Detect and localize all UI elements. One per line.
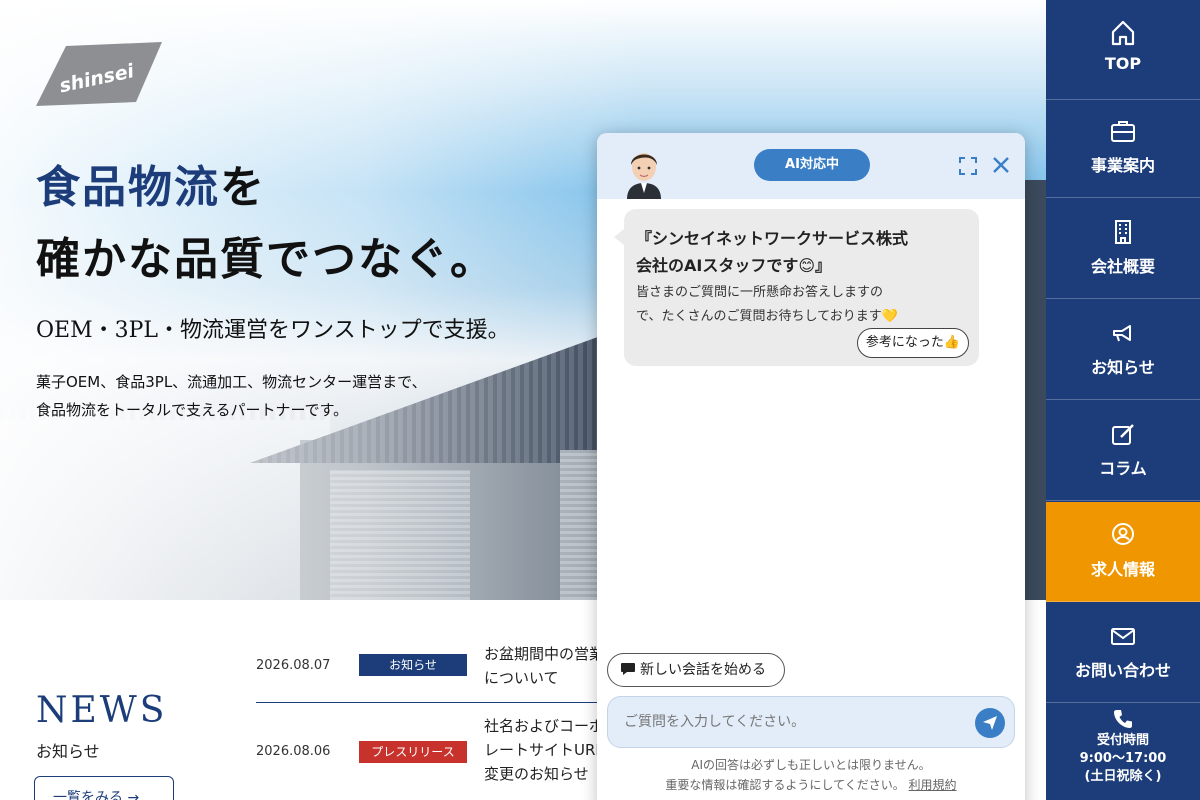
desc-line: 食品物流をトータルで支えるパートナーです。 xyxy=(36,401,349,419)
nav-item-news[interactable]: お知らせ xyxy=(1046,300,1200,400)
nav-item-business[interactable]: 事業案内 xyxy=(1046,98,1200,198)
hours-title: 受付時間 xyxy=(1096,733,1149,748)
new-conversation-button[interactable]: 新しい会話を始める xyxy=(607,653,785,687)
ai-message-bubble: 『シンセイネットワークサービス株式 会社のAIスタッフです😊』 皆さまのご質問に… xyxy=(614,209,979,366)
message-body-line: 皆さまのご質問に一所懸命お答えしますの xyxy=(636,285,884,300)
news-headline[interactable]: 社名およびコーポレートサイトURL変更のお知らせ xyxy=(484,714,614,786)
hero-subline: OEM・3PL・物流運営をワンストップで支援。 xyxy=(36,318,510,343)
nav-item-column[interactable]: コラム xyxy=(1046,401,1200,501)
news-date: 2026.08.06 xyxy=(256,744,331,759)
nav-label: 求人情報 xyxy=(1090,560,1155,579)
send-icon xyxy=(983,716,997,730)
message-body: 皆さまのご質問に一所懸命お答えしますの で、たくさんのご質問お待ちしております💛 xyxy=(636,281,967,329)
news-divider xyxy=(256,702,606,703)
nav-label: 会社概要 xyxy=(1090,257,1155,276)
speech-bubble-icon xyxy=(621,663,635,675)
building-icon xyxy=(1115,220,1131,244)
news-title: NEWS xyxy=(36,690,168,731)
nav-item-contact[interactable]: お問い合わせ xyxy=(1046,603,1200,703)
nav-label: お問い合わせ xyxy=(1074,661,1171,680)
message-title-line: 会社のAIスタッフです😊』 xyxy=(636,256,832,275)
disclaimer-line: AIの回答は必ずしも正しいとは限りません。 xyxy=(691,758,931,772)
expand-icon[interactable] xyxy=(959,157,977,175)
new-conversation-label: 新しい会話を始める xyxy=(640,662,766,678)
nav-label: お知らせ xyxy=(1091,358,1155,377)
chat-input-container xyxy=(607,696,1015,748)
news-category-badge: プレスリリース xyxy=(359,741,467,763)
news-more-button[interactable]: 一覧をみる → xyxy=(34,776,174,800)
headline-text: を xyxy=(220,162,266,213)
chat-header: AI対応中 xyxy=(597,133,1025,199)
edit-icon xyxy=(1112,424,1134,445)
hours-note: (土日祝除く) xyxy=(1084,769,1162,784)
message-body-line: で、たくさんのご質問お待ちしております💛 xyxy=(636,309,898,324)
company-logo[interactable]: shinsei xyxy=(36,42,164,106)
mail-icon xyxy=(1111,628,1135,645)
briefcase-icon xyxy=(1111,121,1135,142)
hero-description: 菓子OEM、食品3PL、流通加工、物流センター運営まで、 食品物流をトータルで支… xyxy=(36,368,427,424)
home-icon xyxy=(1111,20,1135,46)
nav-label: TOP xyxy=(1104,54,1142,73)
news-subtitle: お知らせ xyxy=(36,742,100,761)
chat-message-input[interactable] xyxy=(624,711,964,733)
helpful-button[interactable]: 参考になった👍 xyxy=(856,328,969,358)
terms-link[interactable]: 利用規約 xyxy=(909,778,957,792)
ai-staff-avatar xyxy=(627,153,661,199)
nav-label: コラム xyxy=(1099,459,1147,478)
headline-line2: 確かな品質でつなぐ。 xyxy=(36,234,496,285)
phone-icon xyxy=(1114,710,1132,728)
news-category-badge: お知らせ xyxy=(359,654,467,676)
close-icon[interactable] xyxy=(991,155,1011,175)
hero-headline: 食品物流を 確かな品質でつなぐ。 xyxy=(36,152,496,296)
business-hours: 受付時間 9:00〜17:00 (土日祝除く) xyxy=(1046,704,1200,800)
person-search-icon xyxy=(1112,523,1134,545)
nav-item-recruit[interactable]: 求人情報 xyxy=(1046,502,1200,602)
news-headline[interactable]: お盆期間中の営業についいて xyxy=(484,642,614,690)
ai-status-badge: AI対応中 xyxy=(754,149,870,181)
message-title: 『シンセイネットワークサービス株式 会社のAIスタッフです😊』 xyxy=(636,225,967,279)
megaphone-icon xyxy=(1113,325,1131,342)
nav-item-company[interactable]: 会社概要 xyxy=(1046,199,1200,299)
nav-label: 事業案内 xyxy=(1090,156,1155,175)
side-navigation: TOP 事業案内 会社概要 お知らせ コラム 求人情報 お問い合わせ 受付時間 … xyxy=(1046,0,1200,800)
message-title-line: 『シンセイネットワークサービス株式 xyxy=(636,229,909,248)
headline-emphasis: 食品物流 xyxy=(36,162,220,213)
send-button[interactable] xyxy=(975,708,1005,738)
hours-time: 9:00〜17:00 xyxy=(1079,751,1167,766)
desc-line: 菓子OEM、食品3PL、流通加工、物流センター運営まで、 xyxy=(36,373,427,391)
chat-disclaimer: AIの回答は必ずしも正しいとは限りません。 重要な情報は確認するようにしてくださ… xyxy=(597,755,1025,795)
ai-chat-widget: AI対応中 『シンセイネットワークサービス株式 会社のAIスタッフです😊』 皆さ… xyxy=(597,133,1025,800)
nav-item-top[interactable]: TOP xyxy=(1046,0,1200,100)
disclaimer-line: 重要な情報は確認するようにしてください。 利用規約 xyxy=(597,775,1025,795)
news-date: 2026.08.07 xyxy=(256,658,331,673)
disclaimer-text: 重要な情報は確認するようにしてください。 xyxy=(665,778,905,792)
